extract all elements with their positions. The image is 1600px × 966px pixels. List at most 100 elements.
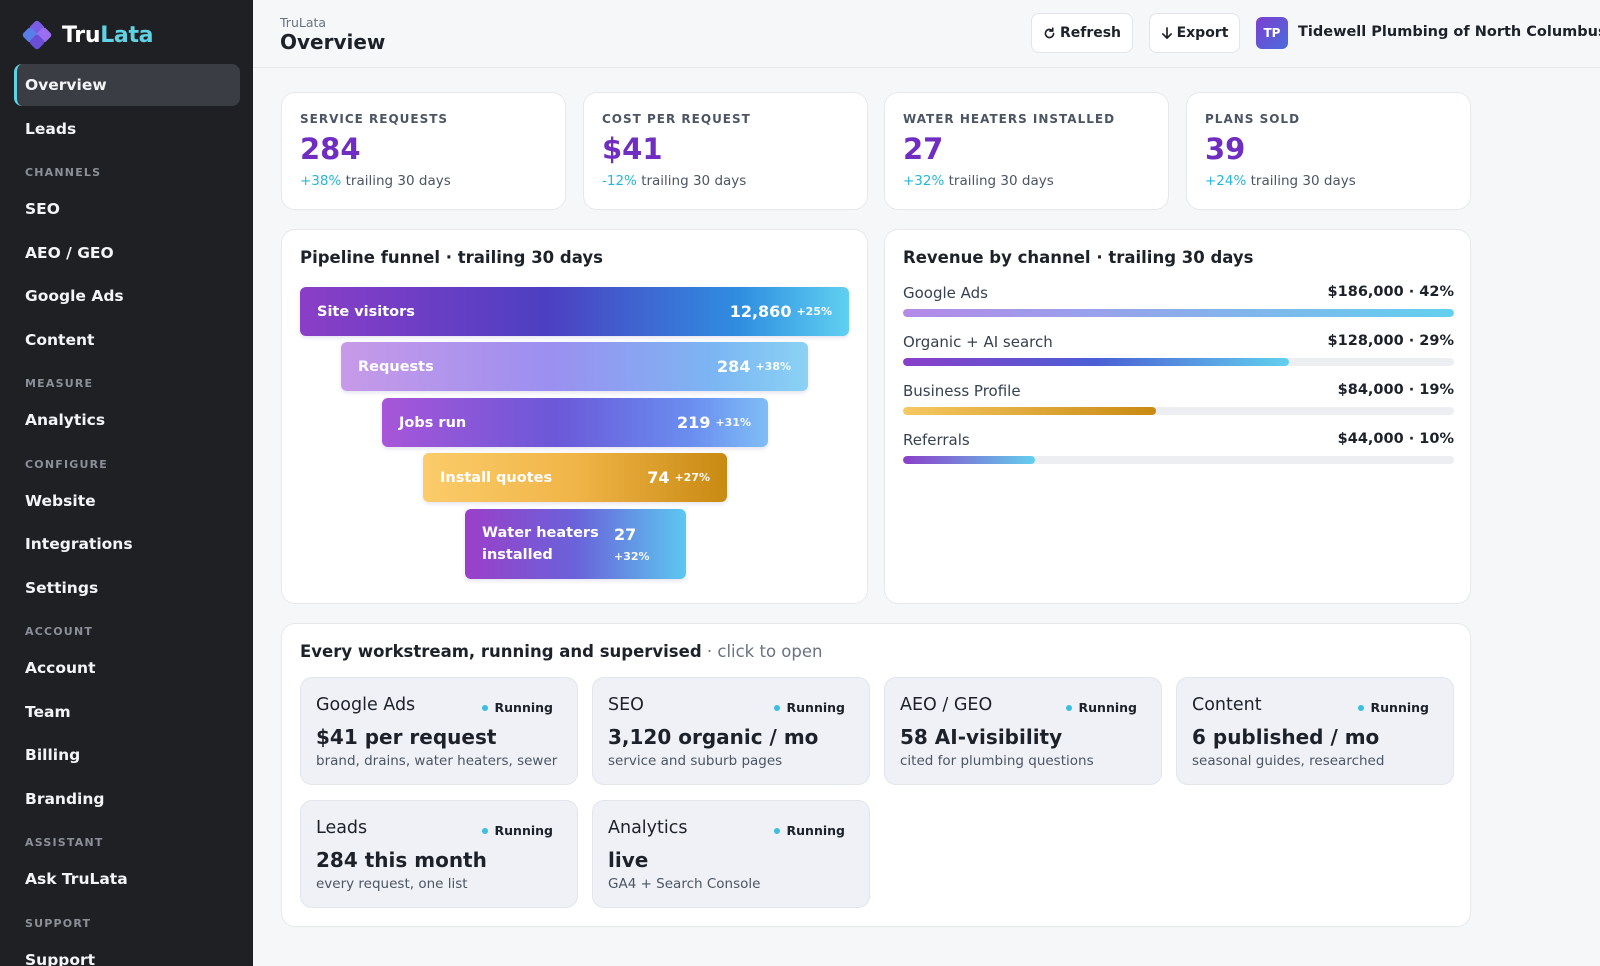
stat-delta: -12%	[602, 173, 637, 189]
stat-subtext: +38% trailing 30 days	[300, 173, 547, 189]
funnel-stage-value: 12,860	[729, 302, 792, 321]
workstreams-title: Every workstream, running and supervised…	[300, 642, 823, 661]
workstream-card-leads[interactable]: Leads Running 284 this month every reque…	[300, 800, 578, 908]
workstream-card-google-ads[interactable]: Google Ads Running $41 per request brand…	[300, 677, 578, 785]
sidebar-item-leads[interactable]: Leads	[14, 108, 240, 150]
sidebar-item-ask-trulata[interactable]: Ask TruLata	[14, 858, 240, 900]
workstream-card-aeo-geo[interactable]: AEO / GEO Running 58 AI-visibility cited…	[884, 677, 1162, 785]
workstream-metric: 58 AI-visibility	[900, 725, 1063, 749]
stat-value: 39	[1205, 132, 1246, 166]
funnel-stage-value: 219	[677, 413, 711, 432]
stat-card: PLANS SOLD 39 +24% trailing 30 days	[1186, 92, 1471, 210]
workstreams-panel: Every workstream, running and supervised…	[281, 623, 1471, 927]
revenue-bar-fill	[903, 456, 1036, 464]
funnel-stage-value: 284	[717, 357, 751, 376]
sidebar-item-integrations[interactable]: Integrations	[14, 523, 240, 565]
workstream-metric: 3,120 organic / mo	[608, 725, 819, 749]
stat-delta: +38%	[300, 173, 342, 189]
logo-icon	[21, 19, 53, 51]
stat-value: $41	[602, 132, 663, 166]
export-label: Export	[1176, 25, 1229, 41]
revenue-bar-fill	[903, 358, 1289, 366]
workstream-card-seo[interactable]: SEO Running 3,120 organic / mo service a…	[592, 677, 870, 785]
sidebar-item-branding[interactable]: Branding	[14, 778, 240, 820]
sidebar-item-analytics[interactable]: Analytics	[14, 399, 240, 441]
sidebar: TruLata Overview Leads CHANNELS SEO AEO / GE…	[0, 0, 253, 966]
funnel-stage[interactable]: Requests 284 +38%	[341, 342, 808, 391]
funnel-stage[interactable]: Water heaters installed 27 +32%	[465, 509, 686, 579]
funnel-stage[interactable]: Install quotes 74 +27%	[423, 453, 727, 502]
workstream-description: cited for plumbing questions	[900, 753, 1094, 769]
sidebar-item-aeo-geo[interactable]: AEO / GEO	[14, 232, 240, 274]
revenue-bar-track	[903, 407, 1454, 415]
status-badge: Running	[481, 823, 553, 838]
funnel-stage-label: Install quotes	[440, 469, 553, 486]
funnel-stage[interactable]: Jobs run 219 +31%	[382, 398, 768, 447]
workstream-description: every request, one list	[316, 876, 468, 892]
sidebar-item-support[interactable]: Support	[14, 939, 240, 966]
funnel-stage-delta: +38%	[755, 360, 791, 373]
stat-value: 284	[300, 132, 361, 166]
revenue-bar-track	[903, 309, 1454, 317]
revenue-channel-value: $186,000 · 42%	[1327, 284, 1454, 300]
refresh-icon	[1044, 26, 1055, 38]
refresh-button[interactable]: Refresh	[1031, 13, 1133, 53]
breadcrumb[interactable]: TruLata	[280, 15, 326, 30]
revenue-bar-fill	[903, 309, 1454, 317]
workstream-description: brand, drains, water heaters, sewer	[316, 753, 558, 769]
nav-section-assistant: ASSISTANT	[25, 836, 104, 849]
top-header: TruLata Overview Refresh Export TP Tidew…	[253, 0, 1600, 68]
stat-card: SERVICE REQUESTS 284 +38% trailing 30 da…	[281, 92, 566, 210]
revenue-bar-fill	[903, 407, 1157, 415]
revenue-channel-name: Google Ads	[903, 284, 988, 302]
workstream-card-analytics[interactable]: Analytics Running live GA4 + Search Cons…	[592, 800, 870, 908]
sidebar-item-overview[interactable]: Overview	[14, 64, 240, 106]
funnel-stage[interactable]: Site visitors 12,860 +25%	[300, 287, 849, 336]
nav-section-support: SUPPORT	[25, 916, 92, 930]
pipeline-funnel-panel: Pipeline funnel · trailing 30 days Site …	[281, 229, 868, 604]
status-dot-icon	[481, 704, 488, 711]
status-badge: Running	[481, 700, 553, 715]
funnel-stage-label: Water heaters installed	[482, 525, 599, 563]
nav-section-account: ACCOUNT	[25, 625, 94, 638]
stat-card: COST PER REQUEST $41 -12% trailing 30 da…	[583, 92, 868, 210]
logo[interactable]: TruLata	[21, 19, 154, 51]
nav-section-configure: CONFIGURE	[25, 457, 108, 471]
workstream-description: GA4 + Search Console	[608, 876, 761, 892]
refresh-label: Refresh	[1059, 25, 1122, 41]
revenue-channel-name: Business Profile	[903, 382, 1021, 400]
sidebar-item-google-ads[interactable]: Google Ads	[14, 275, 240, 317]
stat-period: trailing 30 days	[345, 173, 451, 189]
avatar[interactable]: TP	[1256, 17, 1288, 49]
sidebar-item-billing[interactable]: Billing	[14, 734, 240, 776]
sidebar-item-content[interactable]: Content	[14, 319, 240, 361]
stat-subtext: -12% trailing 30 days	[602, 173, 849, 189]
revenue-bar-track	[903, 358, 1454, 366]
sidebar-item-account[interactable]: Account	[14, 647, 240, 689]
workstream-metric: live	[608, 848, 649, 872]
workstream-metric: 6 published / mo	[1192, 725, 1380, 749]
org-name[interactable]: Tidewell Plumbing of North Columbus	[1298, 24, 1600, 40]
sidebar-item-team[interactable]: Team	[14, 691, 240, 733]
funnel-stage-label: Site visitors	[317, 303, 415, 320]
stat-label: WATER HEATERS INSTALLED	[903, 112, 1116, 126]
sidebar-item-website[interactable]: Website	[14, 480, 240, 522]
funnel-stage-label: Jobs run	[399, 414, 467, 431]
sidebar-nav: Overview Leads CHANNELS SEO AEO / GEO Google …	[14, 64, 240, 966]
sidebar-item-settings[interactable]: Settings	[14, 567, 240, 609]
workstream-card-content[interactable]: Content Running 6 published / mo seasona…	[1176, 677, 1454, 785]
stat-value: 27	[903, 132, 944, 166]
workstream-metric: 284 this month	[316, 848, 487, 872]
nav-section-measure: MEASURE	[25, 377, 94, 390]
status-badge: Running	[1357, 700, 1429, 715]
revenue-bar-track	[903, 456, 1454, 464]
funnel-stage-label: Requests	[358, 358, 434, 375]
sidebar-item-seo[interactable]: SEO	[14, 188, 240, 230]
revenue-title: Revenue by channel · trailing 30 days	[903, 248, 1254, 267]
status-badge: Running	[773, 700, 845, 715]
export-button[interactable]: Export	[1149, 13, 1240, 53]
revenue-channel-name: Referrals	[903, 431, 970, 449]
funnel-title: Pipeline funnel · trailing 30 days	[300, 248, 603, 267]
funnel-stage-value: 74	[647, 468, 670, 487]
status-badge: Running	[773, 823, 845, 838]
